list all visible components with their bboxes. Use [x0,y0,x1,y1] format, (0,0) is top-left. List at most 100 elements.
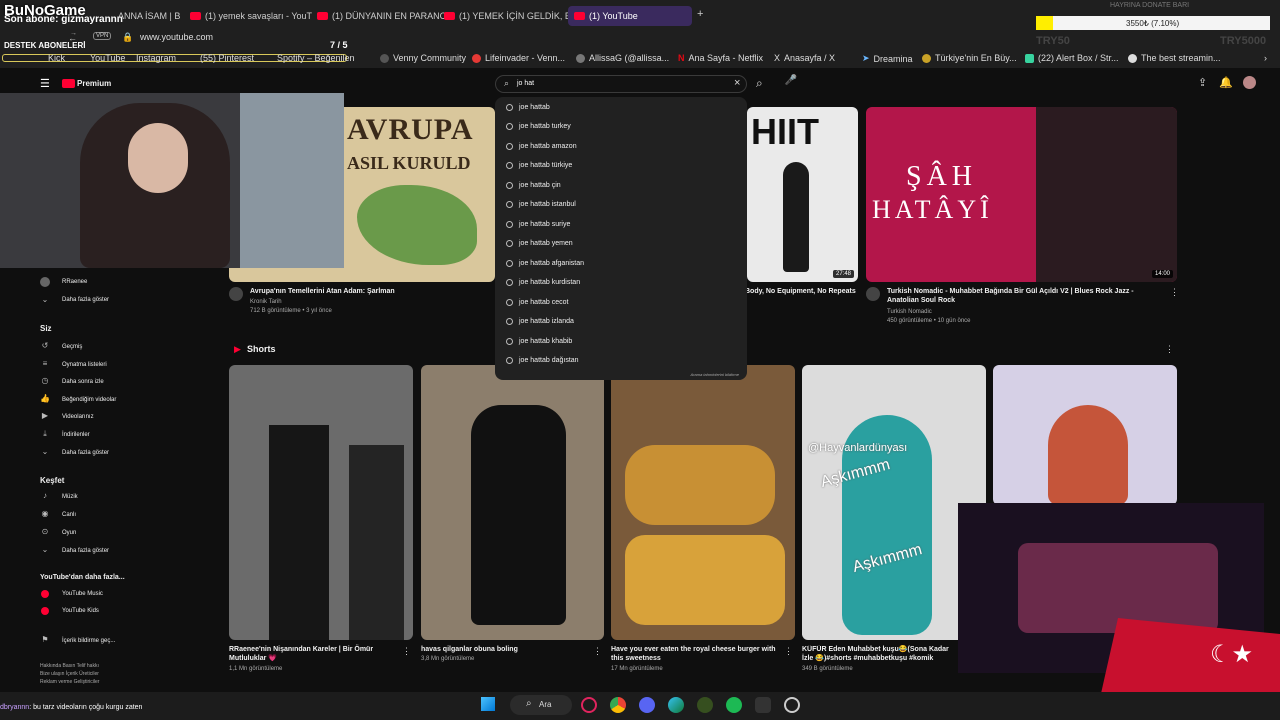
footer-links[interactable]: Reklam verme Geliştiriciler [40,679,99,685]
more-options-icon[interactable]: ⋮ [1170,287,1179,298]
start-icon[interactable] [481,697,495,711]
report-predictions-link[interactable]: Arama tahminlerini bildirme [691,372,739,377]
taskbar-search[interactable]: ⌕ Ara [510,695,572,715]
bookmark-x[interactable]: X Anasayfa / X [774,53,835,63]
bookmark-spotify[interactable]: Spotify – Beğenilen [277,53,355,63]
video-thumbnail-2[interactable]: HIIT 27:48 [747,107,858,282]
sidebar-item-report[interactable]: İçerik bildirme geç... [62,638,115,644]
video-title-1[interactable]: Avrupa'nın Temellerini Atan Adam: Şarlma… [250,287,490,296]
bookmark-instagram[interactable]: Instagram [136,53,176,63]
tab-youtube-active[interactable]: (1) YouTube [568,6,692,26]
footer-links[interactable]: Hakkında Basın Telif hakkı [40,663,99,669]
short-thumbnail-1[interactable] [229,365,413,640]
sidebar-item-liked[interactable]: Beğendiğim videolar [62,397,116,403]
sidebar-show-more[interactable]: Daha fazla göster [62,548,109,554]
capcut-icon[interactable] [755,697,771,713]
sidebar-item-music[interactable]: Müzik [62,494,78,500]
short-title-4[interactable]: KÜFÜR Eden Muhabbet kuşu😂(Sona Kadar İzl… [802,645,958,663]
search-box[interactable]: ⌕ jo hat × [495,75,747,93]
more-options-icon[interactable]: ⋮ [784,646,793,657]
bookmark-venny[interactable]: Venny Community [380,53,466,63]
sidebar-subscription[interactable]: RRaenee [62,279,87,285]
suggestion-item[interactable]: joe hattab yemen [519,240,573,247]
video-channel-1[interactable]: Kronik Tarih [250,299,282,305]
youtube-premium-logo[interactable]: Premium [77,79,111,88]
more-options-icon[interactable]: ⋮ [402,646,411,657]
video-title-3[interactable]: Turkish Nomadic - Muhabbet Bağında Bir G… [887,287,1167,305]
suggestion-item[interactable]: joe hattab suriye [519,221,570,228]
short-thumbnail-2[interactable] [421,365,604,640]
bookmark-netflix[interactable]: N Ana Sayfa - Netflix [678,53,763,63]
video-channel-3[interactable]: Turkish Nomadic [887,309,932,315]
sidebar-item-your-videos[interactable]: Videolarınız [62,414,94,420]
bookmark-alertbox[interactable]: (22) Alert Box / Str... [1025,53,1119,63]
vpn-badge[interactable]: VPN [93,32,112,40]
bookmarks-more-icon[interactable]: › [1264,53,1267,63]
menu-icon[interactable]: ☰ [40,77,50,90]
sidebar-show-more[interactable]: Daha fazla göster [62,297,109,303]
suggestion-item[interactable]: joe hattab cecot [519,299,568,306]
sidebar-item-history[interactable]: Geçmiş [62,344,82,350]
voice-search-icon[interactable]: 🎤 [783,75,799,93]
edge-icon[interactable] [668,697,684,713]
tab-4[interactable]: (1) YEMEK İÇİN GELDİK, E [444,6,571,26]
sidebar-item-downloads[interactable]: İndirilenler [62,432,90,438]
suggestion-item[interactable]: joe hattab dağıstan [519,357,579,364]
more-options-icon[interactable]: ⋮ [593,646,602,657]
suggestion-item[interactable]: joe hattab afganistan [519,260,584,267]
sidebar-you-header[interactable]: Siz [40,324,52,333]
sidebar-item-gaming[interactable]: Oyun [62,530,76,536]
upload-icon[interactable]: ⇪ [1198,76,1207,89]
notifications-icon[interactable]: 🔔 [1219,76,1233,89]
youtube-logo-icon[interactable] [62,79,75,88]
sidebar-item-youtube-kids[interactable]: YouTube Kids [62,608,99,614]
forward-icon[interactable]: → [70,30,77,37]
url-field[interactable]: www.youtube.com [140,32,213,42]
search-button[interactable]: ⌕ [751,75,773,93]
sidebar-item-watch-later[interactable]: Daha sonra izle [62,379,104,385]
sidebar-item-live[interactable]: Canlı [62,512,76,518]
opera-icon[interactable] [581,697,597,713]
suggestion-item[interactable]: joe hattab türkiye [519,162,572,169]
bookmark-youtube[interactable]: YouTube [90,53,125,63]
tab-3[interactable]: (1) DÜNYANIN EN PARANC [317,6,446,26]
suggestion-item[interactable]: joe hattab istanbul [519,201,576,208]
bookmark-pinterest[interactable]: (55) Pinterest [200,53,254,63]
shorts-more-icon[interactable]: ⋮ [1165,344,1174,355]
video-thumbnail-3[interactable]: ŞÂH HATÂYÎ 14:00 [866,107,1177,282]
avatar[interactable] [1243,76,1256,89]
tab-1[interactable]: ANNA İSAM | B [118,6,180,26]
app-icon[interactable] [697,697,713,713]
bookmark-dreamina[interactable]: ➤ Dreamina [862,53,913,64]
video-title-2[interactable]: Body, No Equipment, No Repeats [745,287,860,296]
short-title-2[interactable]: havas qilganlar obuna boling [421,645,591,654]
suggestion-item[interactable]: joe hattab khabib [519,338,572,345]
sidebar-show-more[interactable]: Daha fazla göster [62,450,109,456]
suggestion-item[interactable]: joe hattab çin [519,182,561,189]
bookmark-turkiye[interactable]: Türkiye'nin En Büy... [922,53,1017,63]
suggestion-item[interactable]: joe hattab turkey [519,123,571,130]
clear-search-icon[interactable]: × [734,77,740,89]
bookmark-streaming[interactable]: The best streamin... [1128,53,1221,63]
channel-avatar[interactable] [866,287,880,301]
search-input[interactable]: jo hat [517,80,534,87]
short-title-1[interactable]: RRaenee'nin Nişanından Kareler | Bir Ömü… [229,645,399,663]
discord-icon[interactable] [639,697,655,713]
suggestion-item[interactable]: joe hattab izlanda [519,318,574,325]
chrome-icon[interactable] [610,697,626,713]
short-thumbnail-5[interactable] [993,365,1177,505]
suggestion-item[interactable]: joe hattab [519,104,550,111]
short-title-3[interactable]: Have you ever eaten the royal cheese bur… [611,645,781,663]
suggestion-item[interactable]: joe hattab amazon [519,143,577,150]
bookmark-lifeinvader[interactable]: Lifeinvader - Venn... [472,53,565,63]
suggestion-item[interactable]: joe hattab kurdistan [519,279,580,286]
bookmark-kick[interactable]: Kick [48,53,65,63]
short-thumbnail-3[interactable] [611,365,795,640]
obs-icon[interactable] [784,697,800,713]
new-tab-button[interactable]: + [697,8,703,20]
tab-2[interactable]: (1) yemek savaşları - YouT [190,6,312,26]
spotify-icon[interactable] [726,697,742,713]
footer-links[interactable]: Bize ulaşın İçerik Üreticiler [40,671,99,677]
bookmark-allissag[interactable]: AllissaG (@allissa... [576,53,669,63]
channel-avatar[interactable] [229,287,243,301]
